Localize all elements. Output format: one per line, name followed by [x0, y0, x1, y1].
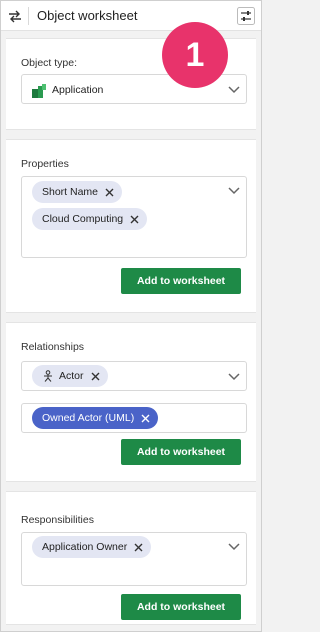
chip-short-name[interactable]: Short Name [32, 181, 123, 203]
relationship-target-field[interactable]: Owned Actor (UML) [21, 403, 247, 433]
actor-icon [44, 370, 52, 382]
properties-label: Properties [21, 158, 69, 170]
chevron-down-icon[interactable] [228, 187, 240, 195]
add-relationships-button[interactable]: Add to worksheet [121, 439, 241, 465]
chevron-down-icon[interactable] [228, 86, 240, 94]
add-responsibilities-button[interactable]: Add to worksheet [121, 594, 241, 620]
remove-icon[interactable] [134, 543, 143, 552]
chip-cloud-computing[interactable]: Cloud Computing [32, 208, 148, 230]
chip-label: Application Owner [42, 541, 128, 553]
chip-label: Owned Actor (UML) [42, 412, 135, 424]
step-callout-badge: 1 [162, 22, 228, 88]
chip-label: Cloud Computing [42, 213, 124, 225]
application-icon [32, 84, 46, 98]
relationships-select[interactable]: Actor [21, 361, 247, 391]
panel-header: Object worksheet [1, 1, 261, 31]
object-type-value: Application [52, 84, 104, 96]
object-type-label: Object type: [21, 57, 78, 69]
chip-application-owner[interactable]: Application Owner [32, 536, 152, 558]
responsibilities-section: Responsibilities Application Owner Add t… [6, 491, 256, 625]
swap-icon[interactable] [7, 8, 23, 24]
properties-multiselect[interactable]: Short Name Cloud Computing [21, 176, 247, 258]
remove-icon[interactable] [141, 414, 150, 423]
properties-section: Properties Short Name Cloud Computing Ad… [6, 139, 256, 313]
chip-label: Short Name [42, 186, 99, 198]
chevron-down-icon[interactable] [228, 543, 240, 551]
responsibilities-multiselect[interactable]: Application Owner [21, 532, 247, 586]
header-divider [28, 7, 29, 25]
panel-title: Object worksheet [37, 8, 138, 23]
remove-icon[interactable] [91, 372, 100, 381]
settings-sliders-icon[interactable] [237, 7, 255, 25]
chip-label: Actor [59, 370, 84, 382]
relationships-section: Relationships Actor Owned Actor (UML) Ad… [6, 322, 256, 482]
chevron-down-icon[interactable] [228, 373, 240, 381]
remove-icon[interactable] [130, 215, 139, 224]
remove-icon[interactable] [105, 188, 114, 197]
relationships-label: Relationships [21, 341, 85, 353]
add-properties-button[interactable]: Add to worksheet [121, 268, 241, 294]
responsibilities-label: Responsibilities [21, 514, 94, 526]
chip-owned-actor[interactable]: Owned Actor (UML) [32, 407, 159, 429]
chip-actor[interactable]: Actor [32, 365, 108, 387]
